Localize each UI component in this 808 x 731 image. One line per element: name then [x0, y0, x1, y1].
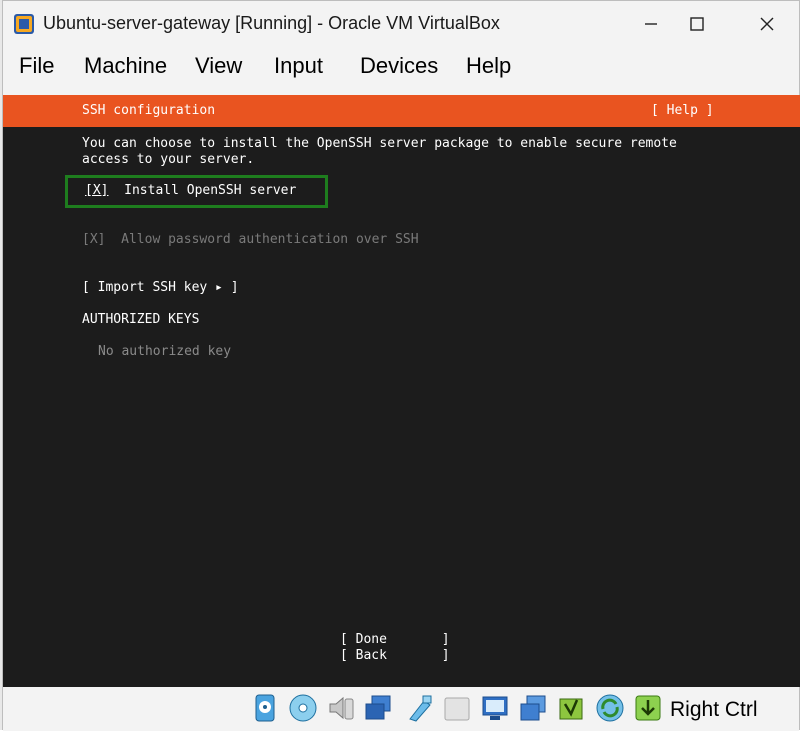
install-openssh-label: Install OpenSSH server [124, 183, 297, 198]
allow-password-label: Allow password authentication over SSH [121, 232, 419, 247]
minimize-icon [645, 23, 657, 25]
menu-help[interactable]: Help [466, 53, 511, 79]
title-bar: Ubuntu-server-gateway [Running] - Oracle… [3, 1, 799, 47]
shared-folders-icon[interactable] [442, 693, 472, 723]
virtualbox-window: Ubuntu-server-gateway [Running] - Oracle… [2, 0, 800, 731]
maximize-icon [690, 17, 704, 31]
vm-display[interactable]: SSH configuration [ Help ] You can choos… [3, 95, 800, 687]
optical-drive-icon[interactable] [288, 693, 318, 723]
virtualbox-app-icon [14, 14, 34, 34]
allow-password-checkbox[interactable]: [X] Allow password authentication over S… [82, 232, 419, 247]
help-button[interactable]: [ Help ] [651, 103, 714, 118]
description-line-1: You can choose to install the OpenSSH se… [82, 136, 677, 151]
recording-icon[interactable] [556, 693, 586, 723]
guest-additions-icon[interactable] [595, 693, 625, 723]
screen-capture-icon[interactable] [518, 693, 548, 723]
install-openssh-check-mark: [X] [85, 183, 109, 198]
maximize-button[interactable] [674, 7, 720, 41]
hard-disk-icon[interactable] [250, 693, 280, 723]
minimize-button[interactable] [628, 7, 674, 41]
menu-machine[interactable]: Machine [84, 53, 167, 79]
back-button[interactable]: [ Back ] [340, 648, 450, 663]
install-openssh-checkbox[interactable]: [X] Install OpenSSH server [85, 183, 296, 198]
close-button[interactable] [744, 7, 790, 41]
import-ssh-key-button[interactable]: [ Import SSH key ▸ ] [82, 280, 239, 295]
menu-bar: File Machine View Input Devices Help [3, 47, 799, 87]
done-button[interactable]: [ Done ] [340, 632, 450, 647]
window-title: Ubuntu-server-gateway [Running] - Oracle… [43, 13, 500, 33]
status-bar: Right Ctrl [3, 687, 799, 731]
network-icon[interactable] [363, 693, 393, 723]
description-line-2: access to your server. [82, 152, 255, 167]
no-authorized-key-text: No authorized key [98, 344, 232, 359]
usb-icon[interactable] [404, 693, 434, 723]
authorized-keys-heading: AUTHORIZED KEYS [82, 312, 200, 327]
menu-view[interactable]: View [195, 53, 242, 79]
mouse-integration-icon[interactable] [633, 693, 663, 723]
display-icon[interactable] [480, 693, 510, 723]
installer-header-title: SSH configuration [82, 103, 216, 118]
audio-icon[interactable] [326, 693, 356, 723]
menu-input[interactable]: Input [274, 53, 323, 79]
menu-file[interactable]: File [19, 53, 54, 79]
menu-devices[interactable]: Devices [360, 53, 438, 79]
allow-password-check-mark: [X] [82, 232, 106, 247]
close-icon [760, 17, 774, 31]
host-key-label: Right Ctrl [670, 698, 758, 721]
